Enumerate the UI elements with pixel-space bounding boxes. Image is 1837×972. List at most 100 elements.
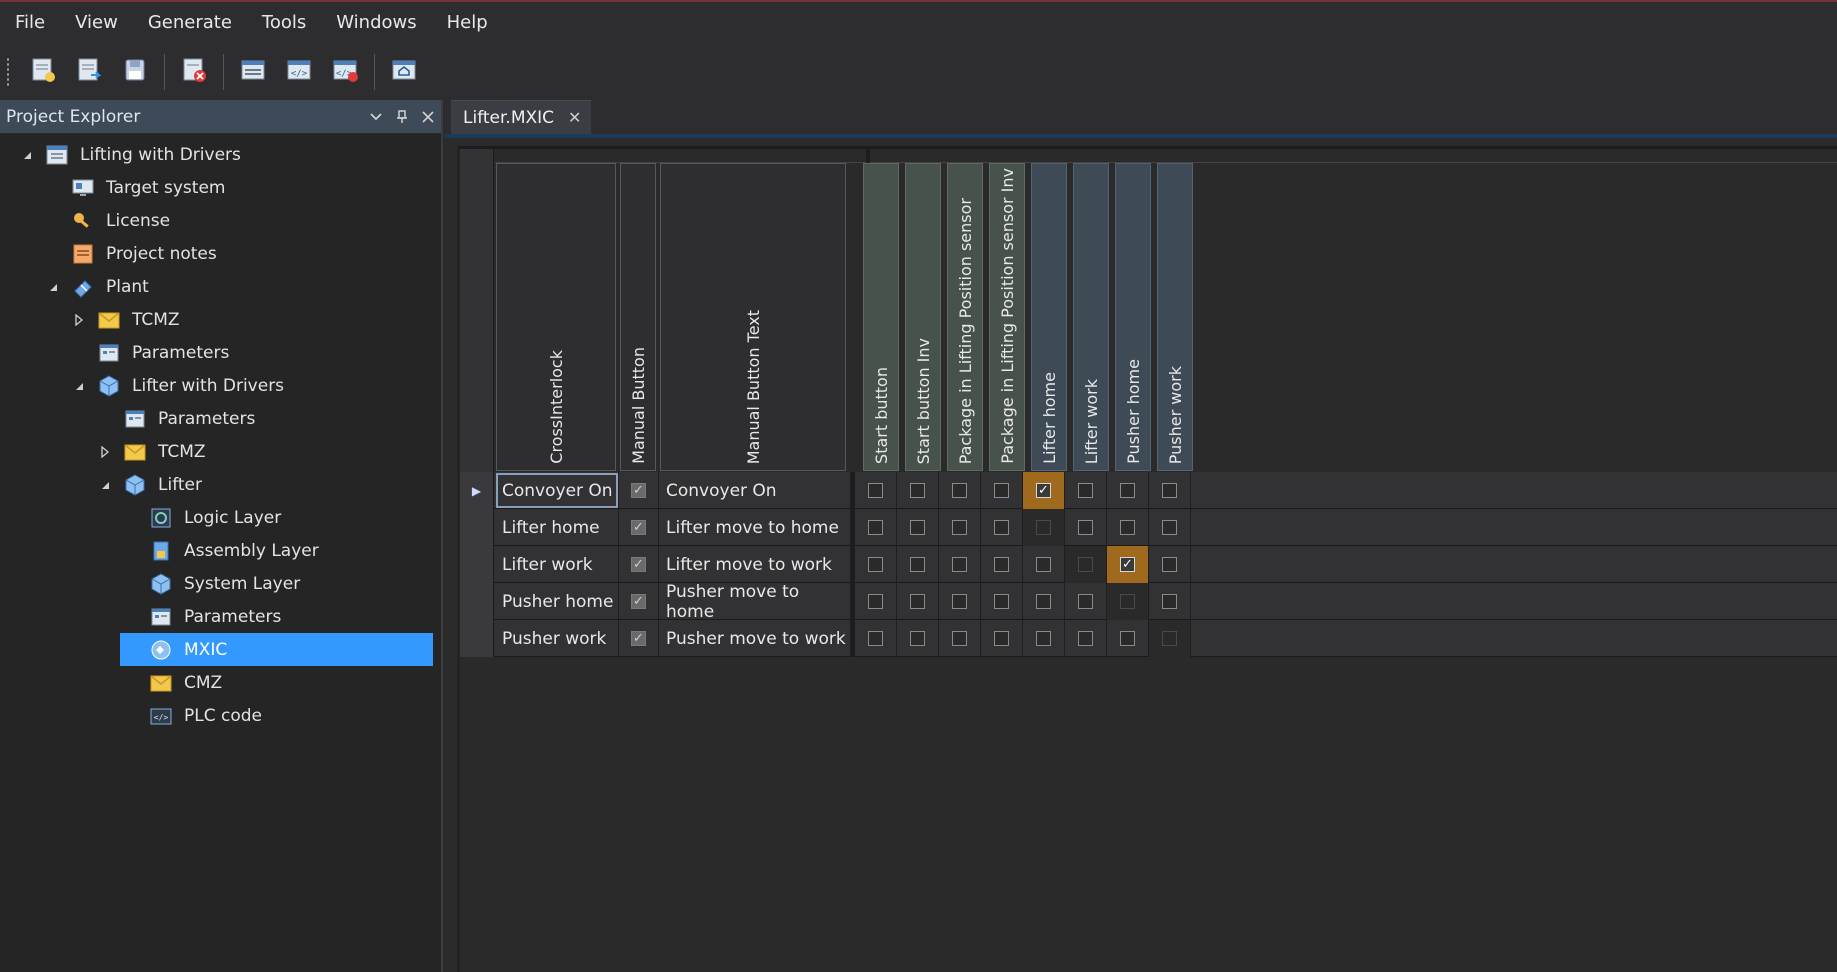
manual-button-text-cell[interactable]: Lifter move to work	[659, 546, 851, 583]
expander-icon[interactable]	[70, 311, 88, 329]
signal-cell[interactable]	[1065, 620, 1107, 657]
signal-checkbox[interactable]	[952, 557, 967, 572]
signal-cell[interactable]	[855, 620, 897, 657]
signal-checkbox[interactable]	[1036, 557, 1051, 572]
signal-header-pusher-work[interactable]: Pusher work	[1157, 163, 1193, 471]
signal-cell[interactable]	[1023, 583, 1065, 620]
signal-checkbox[interactable]	[868, 594, 883, 609]
tree-item-lifter-with-drivers[interactable]: Lifter with Drivers	[70, 369, 284, 402]
signal-header-lifter-home[interactable]: Lifter home	[1031, 163, 1067, 471]
signal-checkbox[interactable]	[952, 483, 967, 498]
tree-item-system-layer[interactable]: System Layer	[122, 567, 300, 600]
open-project-button[interactable]	[70, 53, 108, 91]
expander-icon[interactable]	[96, 443, 114, 461]
signal-checkbox[interactable]	[952, 594, 967, 609]
signal-header-start-button-inv[interactable]: Start button Inv	[905, 163, 941, 471]
tab-close-icon[interactable]: ✕	[568, 108, 581, 127]
menu-generate[interactable]: Generate	[133, 2, 247, 44]
manual-button-text-cell[interactable]: Convoyer On	[659, 472, 851, 509]
signal-checkbox[interactable]	[910, 594, 925, 609]
signal-checkbox[interactable]	[1036, 631, 1051, 646]
signal-cell[interactable]	[981, 509, 1023, 546]
signal-checkbox[interactable]	[952, 520, 967, 535]
signal-checkbox[interactable]	[952, 631, 967, 646]
crossinterlock-cell[interactable]: Lifter work	[495, 546, 619, 583]
signal-cell[interactable]	[855, 472, 897, 509]
signal-checkbox[interactable]	[994, 557, 1009, 572]
tree-item-lifter[interactable]: Lifter	[96, 468, 202, 501]
row-header[interactable]	[460, 620, 494, 657]
column-header-manual-button[interactable]: Manual Button	[620, 163, 656, 471]
crossinterlock-cell[interactable]: Pusher work	[495, 620, 619, 657]
signal-checkbox[interactable]	[868, 631, 883, 646]
expander-icon[interactable]	[70, 377, 88, 395]
expander-icon[interactable]	[18, 146, 36, 164]
signal-checkbox[interactable]	[1162, 557, 1177, 572]
manual-button-checkbox[interactable]: ✓	[631, 520, 646, 535]
signal-cell[interactable]	[939, 620, 981, 657]
signal-checkbox[interactable]	[1162, 483, 1177, 498]
crossinterlock-cell[interactable]: Pusher home	[495, 583, 619, 620]
signal-header-pusher-home[interactable]: Pusher home	[1115, 163, 1151, 471]
signal-cell[interactable]	[1107, 620, 1149, 657]
tree-item-target-system[interactable]: Target system	[44, 171, 225, 204]
tree-item-plc-code[interactable]: </> PLC code	[122, 699, 262, 732]
signal-cell[interactable]	[981, 546, 1023, 583]
signal-checkbox[interactable]	[910, 483, 925, 498]
signal-cell[interactable]	[939, 509, 981, 546]
signal-cell[interactable]	[897, 583, 939, 620]
menu-help[interactable]: Help	[432, 2, 503, 44]
tree-item-tcmz[interactable]: TCMZ	[70, 303, 180, 336]
signal-checkbox[interactable]	[994, 483, 1009, 498]
signal-cell[interactable]	[855, 583, 897, 620]
new-project-button[interactable]	[24, 53, 62, 91]
signal-checkbox[interactable]	[1078, 520, 1093, 535]
signal-cell[interactable]	[1065, 472, 1107, 509]
signal-checkbox[interactable]	[868, 483, 883, 498]
close-project-button[interactable]	[175, 53, 213, 91]
tree-item-project-notes[interactable]: Project notes	[44, 237, 217, 270]
signal-cell[interactable]	[897, 509, 939, 546]
signal-checkbox[interactable]	[994, 594, 1009, 609]
expander-icon[interactable]	[44, 278, 62, 296]
signal-header-start-button[interactable]: Start button	[863, 163, 899, 471]
signal-cell[interactable]	[855, 509, 897, 546]
close-icon[interactable]	[415, 104, 441, 130]
signal-cell[interactable]	[981, 583, 1023, 620]
signal-checkbox[interactable]	[868, 520, 883, 535]
signal-checkbox[interactable]: ✓	[1120, 557, 1135, 572]
signal-cell[interactable]	[1023, 546, 1065, 583]
signal-header-package-in-lifting-position-sensor[interactable]: Package in Lifting Position sensor	[947, 163, 983, 471]
signal-cell[interactable]	[981, 620, 1023, 657]
tree-item-plant[interactable]: Plant	[44, 270, 149, 303]
signal-checkbox[interactable]	[1120, 631, 1135, 646]
signal-cell[interactable]	[897, 546, 939, 583]
signal-checkbox[interactable]	[994, 631, 1009, 646]
signal-header-lifter-work[interactable]: Lifter work	[1073, 163, 1109, 471]
menu-windows[interactable]: Windows	[321, 2, 431, 44]
manual-button-text-cell[interactable]: Pusher move to work	[659, 620, 851, 657]
signal-cell[interactable]	[1149, 472, 1191, 509]
signal-checkbox[interactable]	[1162, 520, 1177, 535]
column-header-manual-button-text[interactable]: Manual Button Text	[660, 163, 846, 471]
manual-button-cell[interactable]: ✓	[619, 546, 659, 583]
signal-cell[interactable]: ✓	[1023, 472, 1065, 509]
signal-cell[interactable]	[981, 472, 1023, 509]
row-header[interactable]	[460, 509, 494, 546]
signal-checkbox[interactable]	[910, 631, 925, 646]
row-header[interactable]	[460, 583, 494, 620]
menu-tools[interactable]: Tools	[247, 2, 321, 44]
signal-checkbox[interactable]	[910, 520, 925, 535]
generate-code-button[interactable]: </>	[280, 53, 318, 91]
signal-cell[interactable]	[1107, 472, 1149, 509]
signal-cell[interactable]	[855, 546, 897, 583]
manual-button-cell[interactable]: ✓	[619, 620, 659, 657]
crossinterlock-cell[interactable]: Convoyer On	[495, 472, 619, 509]
manual-button-checkbox[interactable]: ✓	[631, 483, 646, 498]
tree-item-parameters[interactable]: Parameters	[122, 600, 281, 633]
signal-cell[interactable]	[1107, 509, 1149, 546]
signal-checkbox[interactable]	[1120, 483, 1135, 498]
save-button[interactable]	[116, 53, 154, 91]
tree-item-lifting-with-drivers[interactable]: Lifting with Drivers	[18, 138, 241, 171]
signal-cell[interactable]	[1065, 509, 1107, 546]
